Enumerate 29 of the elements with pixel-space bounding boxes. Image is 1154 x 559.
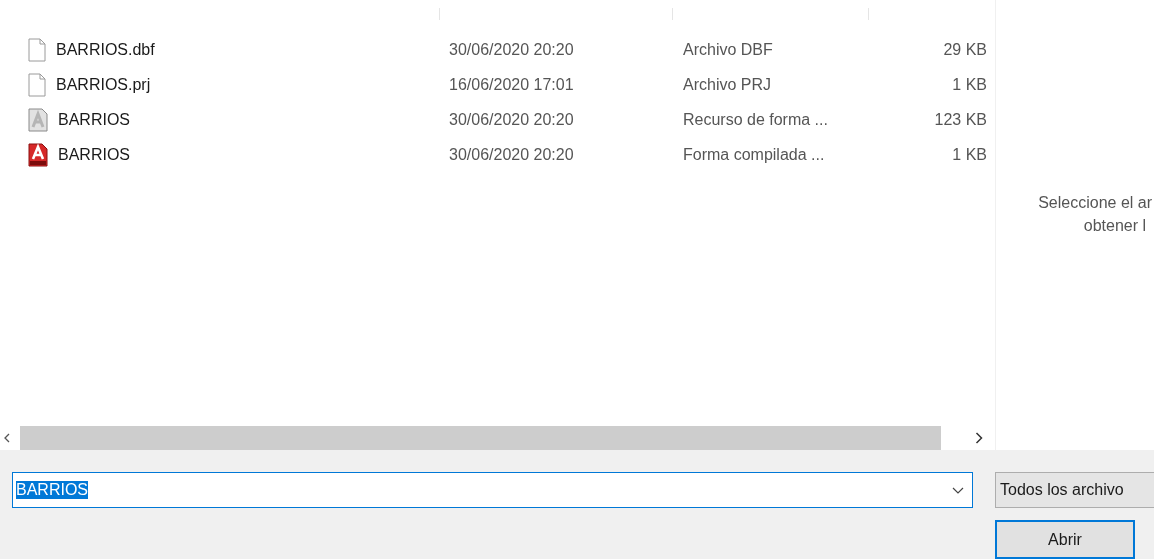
open-button[interactable]: Abrir	[995, 520, 1135, 559]
file-size: 1 KB	[952, 75, 987, 93]
preview-message: Seleccione el ar	[1038, 193, 1153, 213]
file-name[interactable]: BARRIOS	[58, 145, 130, 164]
scroll-right-icon[interactable]	[975, 432, 983, 444]
scroll-left-icon[interactable]	[4, 433, 10, 443]
file-type: Archivo DBF	[683, 40, 773, 58]
file-name[interactable]: BARRIOS.prj	[56, 75, 151, 94]
chevron-down-icon[interactable]	[952, 486, 964, 494]
modified-date: 30/06/2020 20:20	[449, 40, 574, 58]
file-size: 29 KB	[943, 40, 987, 58]
file-type: Archivo PRJ	[683, 75, 772, 93]
file-type: Forma compilada ...	[683, 145, 825, 163]
letter-a-file-icon	[28, 107, 48, 132]
file-name-field[interactable]: BARRIOS	[12, 472, 973, 508]
file-name[interactable]: BARRIOS.dbf	[56, 40, 155, 59]
file-name-value: BARRIOS	[16, 481, 88, 499]
file-icon	[28, 72, 46, 97]
file-type-dropdown[interactable]: Todos los archivo	[995, 472, 1154, 508]
file-size: 1 KB	[952, 145, 987, 163]
modified-date: 16/06/2020 17:01	[449, 75, 574, 93]
file-size: 123 KB	[934, 110, 987, 128]
letter-a-file-icon	[28, 142, 48, 167]
modified-date: 30/06/2020 20:20	[449, 145, 574, 163]
file-name[interactable]: BARRIOS	[58, 110, 130, 129]
preview-message: obtener l	[1083, 216, 1147, 236]
file-icon	[28, 37, 46, 62]
modified-date: 30/06/2020 20:20	[449, 110, 574, 128]
file-type: Recurso de forma ...	[683, 110, 828, 128]
